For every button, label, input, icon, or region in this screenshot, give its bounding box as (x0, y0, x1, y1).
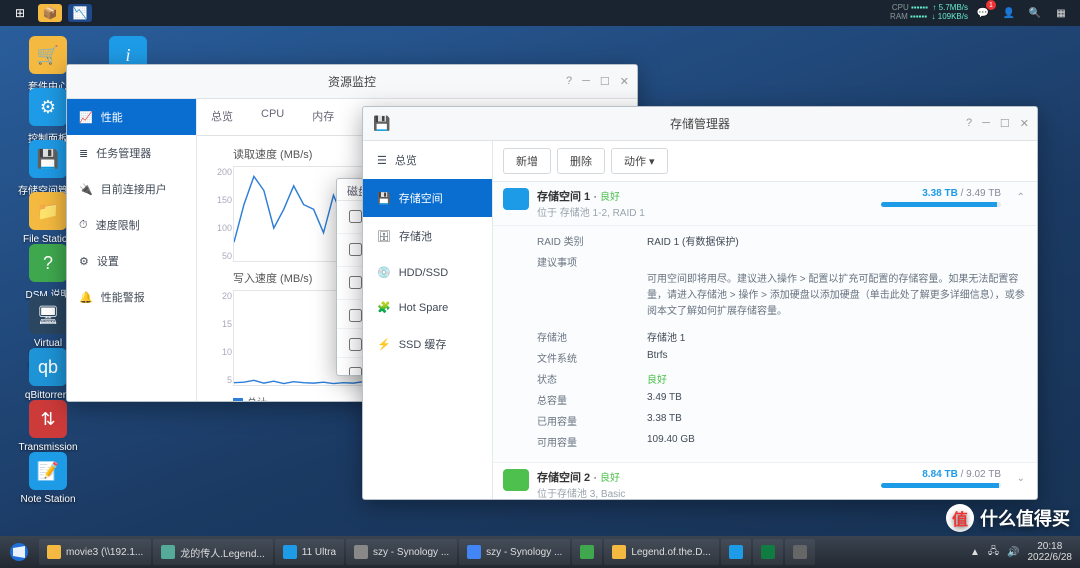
search-icon[interactable]: 🔍 (1024, 2, 1046, 24)
sidebar-item[interactable]: 🔌目前连接用户 (67, 171, 196, 207)
taskbar-item[interactable]: szy - Synology ... (459, 539, 570, 565)
taskbar-item[interactable]: Legend.of.the.D... (604, 539, 719, 565)
monitor-icon[interactable]: 📉 (68, 4, 92, 22)
volume-row[interactable]: 存储空间 2 · 良好 位于存储池 3, Basic 8.84 TB / 9.0… (493, 463, 1037, 499)
app-icon: 💾 (373, 115, 390, 132)
sidebar-item[interactable]: 🧩Hot Spare (363, 290, 492, 325)
dsm-topbar: ⊞ 📦 📉 CPU ▪▪▪▪▪▪ ↑ 5.7MB/s RAM ▪▪▪▪▪▪ ↓ … (0, 0, 1080, 26)
system-tray: ▲ 🖧 🔊 20:18 2022/6/28 (970, 541, 1080, 563)
apps-icon[interactable]: ⊞ (8, 4, 32, 22)
sidebar-item[interactable]: ⚙设置 (67, 243, 196, 279)
taskbar-item[interactable]: szy - Synology ... (346, 539, 457, 565)
widgets-icon[interactable]: ▦ (1050, 2, 1072, 24)
minimize-icon[interactable]: ─ (982, 117, 990, 130)
storage-manager-window: 💾 存储管理器 ? ─ ☐ ✕ ☰总览💾存储空间🗄存储池💿HDD/SSD🧩Hot… (362, 106, 1038, 500)
clock[interactable]: 20:18 2022/6/28 (1028, 541, 1073, 563)
sidebar-item[interactable]: ≣任务管理器 (67, 135, 196, 171)
sidebar-item[interactable]: 📈性能 (67, 99, 196, 135)
taskbar-item[interactable]: movie3 (\\192.1... (39, 539, 151, 565)
system-stats: CPU ▪▪▪▪▪▪ ↑ 5.7MB/s RAM ▪▪▪▪▪▪ ↓ 109KB/… (890, 4, 968, 22)
volume-row[interactable]: 存储空间 1 · 良好 位于 存储池 1-2, RAID 1 3.38 TB /… (493, 182, 1037, 226)
package-icon[interactable]: 📦 (38, 4, 62, 22)
taskbar-item[interactable] (753, 539, 783, 565)
user-icon[interactable]: 👤 (998, 2, 1020, 24)
window-title: 资源监控 (328, 73, 376, 90)
windows-taskbar: movie3 (\\192.1...龙的传人.Legend...11 Ultra… (0, 536, 1080, 568)
sm-sidebar: ☰总览💾存储空间🗄存储池💿HDD/SSD🧩Hot Spare⚡SSD 缓存 (363, 141, 493, 499)
sidebar-item[interactable]: ⚡SSD 缓存 (363, 325, 492, 363)
volume-icon (503, 188, 529, 210)
watermark: 值 什么值得买 (946, 504, 1070, 532)
checkbox[interactable] (349, 309, 362, 322)
start-button[interactable] (0, 536, 38, 568)
tab[interactable]: 内存 (298, 99, 348, 135)
window-title: 存储管理器 (670, 115, 730, 132)
sidebar-item[interactable]: ⏱速度限制 (67, 207, 196, 243)
desktop: ⊞ 📦 📉 CPU ▪▪▪▪▪▪ ↑ 5.7MB/s RAM ▪▪▪▪▪▪ ↓ … (0, 0, 1080, 568)
close-icon[interactable]: ✕ (1020, 117, 1029, 130)
chat-icon[interactable]: 💬1 (972, 2, 994, 24)
rm-sidebar: 📈性能≣任务管理器🔌目前连接用户⏱速度限制⚙设置🔔性能警报 (67, 99, 197, 401)
chevron-up-icon[interactable]: ⌃ (1017, 192, 1025, 203)
checkbox[interactable] (349, 338, 362, 351)
network-icon[interactable]: 🖧 (988, 544, 999, 561)
desktop-icon[interactable]: ⇅Transmission (18, 400, 78, 453)
close-icon[interactable]: ✕ (620, 75, 629, 88)
watermark-icon: 值 (946, 504, 974, 532)
taskbar-item[interactable]: 11 Ultra (275, 539, 344, 565)
desktop-icon[interactable]: 📝Note Station (18, 452, 78, 505)
checkbox[interactable] (349, 276, 362, 289)
usage-meter: 3.38 TB / 3.49 TB (881, 188, 1001, 207)
taskbar-item[interactable] (785, 539, 815, 565)
volume-icon (503, 469, 529, 491)
action-dropdown[interactable]: 动作 ▾ (611, 148, 668, 174)
speaker-icon[interactable]: 🔊 (1007, 547, 1019, 558)
tab[interactable]: 总览 (197, 99, 247, 135)
taskbar-item[interactable] (572, 539, 602, 565)
sm-toolbar: 新增 删除 动作 ▾ (493, 141, 1037, 182)
checkbox[interactable] (349, 367, 362, 376)
help-icon[interactable]: ? (566, 75, 572, 88)
sidebar-item[interactable]: 🔔性能警报 (67, 279, 196, 315)
minimize-icon[interactable]: ─ (582, 75, 590, 88)
maximize-icon[interactable]: ☐ (600, 75, 610, 88)
sidebar-item[interactable]: 💿HDD/SSD (363, 255, 492, 290)
delete-button[interactable]: 删除 (557, 148, 605, 174)
volume-list: 存储空间 1 · 良好 位于 存储池 1-2, RAID 1 3.38 TB /… (493, 182, 1037, 499)
checkbox[interactable] (349, 210, 362, 223)
help-icon[interactable]: ? (966, 117, 972, 130)
volume-details: RAID 类别RAID 1 (有数据保护) 建议事项 可用空间即将用尽。建议进入… (493, 226, 1037, 463)
chevron-down-icon[interactable]: ⌄ (1017, 473, 1025, 484)
maximize-icon[interactable]: ☐ (1000, 117, 1010, 130)
sidebar-item[interactable]: ☰总览 (363, 141, 492, 179)
tray-icon[interactable]: ▲ (970, 547, 980, 558)
taskbar-item[interactable]: 龙的传人.Legend... (153, 539, 272, 565)
tab[interactable]: CPU (247, 99, 298, 135)
taskbar-item[interactable] (721, 539, 751, 565)
sidebar-item[interactable]: 🗄存储池 (363, 217, 492, 255)
checkbox[interactable] (349, 243, 362, 256)
sidebar-item[interactable]: 💾存储空间 (363, 179, 492, 217)
add-button[interactable]: 新增 (503, 148, 551, 174)
